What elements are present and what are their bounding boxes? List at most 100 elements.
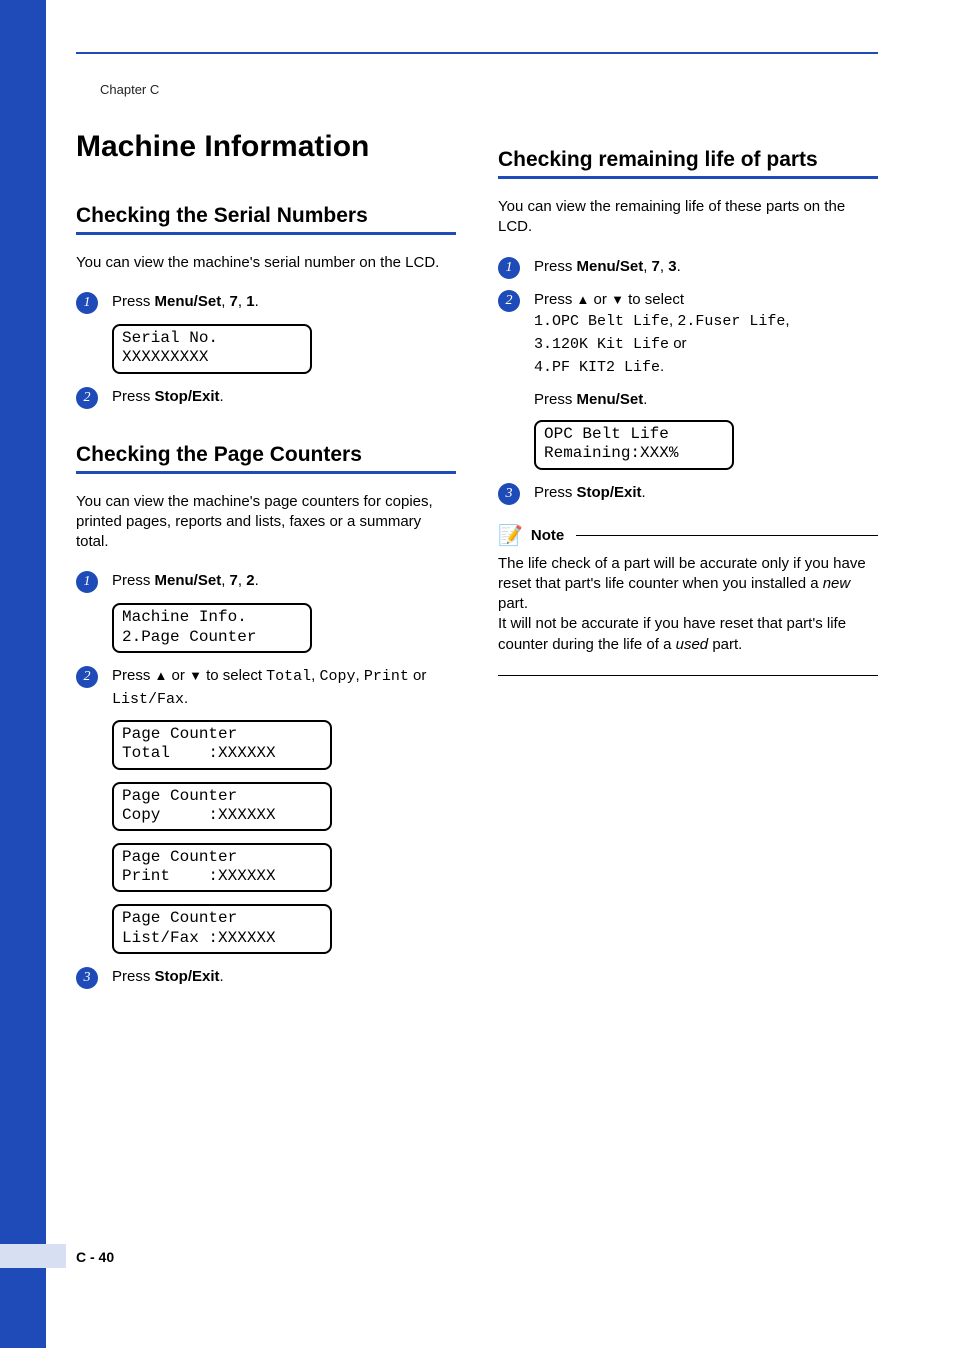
step-1: 1 Press Menu/Set, 7, 1. — [76, 291, 456, 314]
side-margin-bar — [0, 0, 46, 1348]
lcd-display: OPC Belt Life Remaining:XXX% — [534, 420, 734, 469]
step-1: 1 Press Menu/Set, 7, 2. — [76, 570, 456, 593]
text: Press — [534, 258, 577, 275]
note-rule — [576, 535, 878, 536]
step-number-icon: 1 — [76, 292, 98, 314]
key-name: 7 — [652, 258, 660, 275]
left-column: Machine Information Checking the Serial … — [76, 130, 456, 1023]
step-text: Press Menu/Set, 7, 1. — [112, 291, 456, 313]
lcd-line: Print :XXXXXX — [122, 867, 276, 885]
lcd-display: Page Counter Total :XXXXXX — [112, 720, 332, 769]
key-name: Stop/Exit — [155, 388, 220, 405]
text: or — [589, 291, 611, 308]
text: part. — [498, 595, 528, 612]
page-number: C - 40 — [76, 1249, 114, 1265]
lcd-line: Serial No. — [122, 329, 218, 347]
text: It will not be accurate if you have rese… — [498, 615, 846, 652]
text: , — [356, 667, 364, 684]
lcd-option: 3.120K Kit Life — [534, 336, 669, 353]
subsection-heading: Checking remaining life of parts — [498, 148, 878, 179]
lcd-line: Remaining:XXX% — [544, 444, 678, 462]
lcd-line: XXXXXXXXX — [122, 348, 208, 366]
text: . — [255, 293, 259, 310]
lcd-line: List/Fax :XXXXXX — [122, 929, 276, 947]
step-number-icon: 3 — [76, 967, 98, 989]
main-heading: Machine Information — [76, 130, 456, 164]
lcd-line: Page Counter — [122, 787, 237, 805]
lcd-option: 2.Fuser Life — [677, 313, 785, 330]
key-name: 2 — [246, 572, 254, 589]
text: to select — [624, 291, 684, 308]
key-name: 7 — [230, 293, 238, 310]
text: . — [660, 358, 664, 375]
text: , — [238, 572, 246, 589]
key-name: Stop/Exit — [155, 968, 220, 985]
step-number-icon: 3 — [498, 483, 520, 505]
lcd-line: Page Counter — [122, 909, 237, 927]
key-name: Menu/Set — [155, 572, 222, 589]
step-number-icon: 2 — [498, 290, 520, 312]
text: , — [643, 258, 651, 275]
text: part. — [708, 636, 742, 653]
lcd-display: Page Counter Copy :XXXXXX — [112, 782, 332, 831]
lcd-line: 2.Page Counter — [122, 628, 256, 646]
key-name: Menu/Set — [155, 293, 222, 310]
text: The life check of a part will be accurat… — [498, 555, 866, 592]
key-name: 7 — [230, 572, 238, 589]
section-page-counters: Checking the Page Counters You can view … — [76, 443, 456, 989]
text: , — [311, 667, 319, 684]
note-icon: 📝 — [498, 523, 523, 548]
text: to select — [202, 667, 266, 684]
note-header: 📝 Note — [498, 523, 878, 548]
lcd-display: Serial No. XXXXXXXXX — [112, 324, 312, 373]
text: . — [220, 968, 224, 985]
step-number-icon: 2 — [76, 387, 98, 409]
italic-text: used — [676, 636, 709, 653]
lcd-line: Copy :XXXXXX — [122, 806, 276, 824]
text: , — [238, 293, 246, 310]
lcd-display: Page Counter Print :XXXXXX — [112, 843, 332, 892]
text: . — [220, 388, 224, 405]
text: or — [167, 667, 189, 684]
lcd-option: Print — [364, 668, 409, 685]
step-text: Press ▲ or ▼ to select Total, Copy, Prin… — [112, 665, 456, 711]
step-text: Press Stop/Exit. — [534, 482, 878, 504]
text: , — [660, 258, 668, 275]
right-column: Checking remaining life of parts You can… — [498, 130, 878, 1023]
text: Press — [112, 572, 155, 589]
page-content: Machine Information Checking the Serial … — [76, 130, 878, 1023]
step-2: 2 Press Stop/Exit. — [76, 386, 456, 409]
key-name: Menu/Set — [577, 258, 644, 275]
italic-text: new — [823, 575, 851, 592]
header-rule — [76, 52, 878, 54]
lcd-line: Total :XXXXXX — [122, 744, 276, 762]
up-arrow-icon: ▲ — [155, 668, 168, 683]
text: . — [677, 258, 681, 275]
step-2: 2 Press ▲ or ▼ to select 1.OPC Belt Life… — [498, 289, 878, 411]
chapter-label: Chapter C — [100, 82, 159, 97]
step-3: 3 Press Stop/Exit. — [498, 482, 878, 505]
step-number-icon: 2 — [76, 666, 98, 688]
step-number-icon: 1 — [76, 571, 98, 593]
key-name: 1 — [246, 293, 254, 310]
text: Press — [112, 388, 155, 405]
subsection-heading: Checking the Page Counters — [76, 443, 456, 474]
lcd-option: 1.OPC Belt Life — [534, 313, 669, 330]
text: Press — [534, 484, 577, 501]
note-bottom-rule — [498, 675, 878, 676]
key-name: Stop/Exit — [577, 484, 642, 501]
step-text: Press Stop/Exit. — [112, 386, 456, 408]
lcd-line: OPC Belt Life — [544, 425, 669, 443]
text: Press — [534, 391, 577, 408]
text: , — [221, 293, 229, 310]
text: . — [255, 572, 259, 589]
step-text: Press Menu/Set, 7, 2. — [112, 570, 456, 592]
intro-text: You can view the remaining life of these… — [498, 197, 878, 238]
lcd-line: Machine Info. — [122, 608, 247, 626]
lcd-line: Page Counter — [122, 725, 237, 743]
key-name: Menu/Set — [577, 391, 644, 408]
step-text: Press Stop/Exit. — [112, 966, 456, 988]
subsection-heading: Checking the Serial Numbers — [76, 204, 456, 235]
text: Press — [112, 667, 155, 684]
step-3: 3 Press Stop/Exit. — [76, 966, 456, 989]
